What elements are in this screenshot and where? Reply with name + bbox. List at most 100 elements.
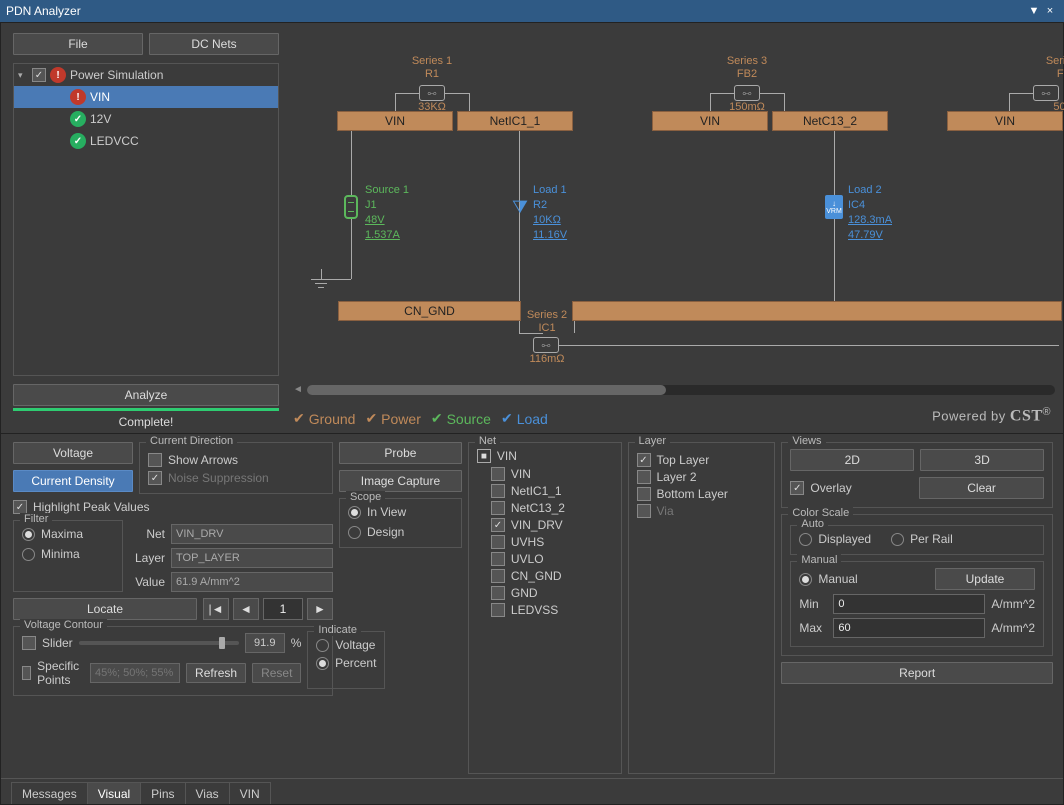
show-arrows-checkbox[interactable] — [148, 453, 162, 467]
update-button[interactable]: Update — [935, 568, 1035, 590]
net-checkbox[interactable] — [491, 501, 505, 515]
net-item[interactable]: UVLO — [477, 552, 613, 566]
tab-vin[interactable]: VIN — [229, 782, 271, 804]
value-field — [171, 572, 333, 592]
min-input[interactable] — [833, 594, 985, 614]
node-netic1[interactable]: NetIC1_1 — [457, 111, 573, 131]
node-vin-1[interactable]: VIN — [337, 111, 453, 131]
slider-checkbox[interactable] — [22, 636, 36, 650]
displayed-radio[interactable] — [799, 533, 812, 546]
next-page-button[interactable]: ► — [307, 598, 333, 620]
net-item[interactable]: VIN_DRV — [477, 518, 613, 532]
net-root-checkbox[interactable]: ■ — [477, 449, 491, 463]
overlay-checkbox[interactable] — [790, 481, 804, 495]
tree-root-power-simulation[interactable]: ▾ ! Power Simulation — [14, 64, 278, 86]
first-page-button[interactable]: |◄ — [203, 598, 229, 620]
net-checkbox[interactable] — [491, 518, 505, 532]
voltage-contour-title: Voltage Contour — [20, 619, 107, 631]
net-item[interactable]: UVHS — [477, 535, 613, 549]
file-menu-button[interactable]: File — [13, 33, 143, 55]
net-checkbox[interactable] — [491, 535, 505, 549]
horizontal-scrollbar[interactable]: ◄ — [307, 385, 1055, 395]
legend-source[interactable]: ✔Source — [431, 410, 491, 427]
net-checkbox[interactable] — [491, 586, 505, 600]
simulation-tree[interactable]: ▾ ! Power Simulation ! VIN ✓ 12V — [13, 63, 279, 376]
node-gnd-bar[interactable] — [572, 301, 1062, 321]
current-density-button[interactable]: Current Density — [13, 470, 133, 492]
scope-title: Scope — [346, 491, 385, 503]
locate-button[interactable]: Locate — [13, 598, 197, 620]
dropdown-icon[interactable]: ▼ — [1026, 5, 1042, 17]
analyze-button[interactable]: Analyze — [13, 384, 279, 406]
node-cngnd[interactable]: CN_GND — [338, 301, 521, 321]
load1-label: Load 1R2 10KΩ11.16V — [533, 183, 567, 242]
tab-pins[interactable]: Pins — [140, 782, 185, 804]
net-checkbox[interactable] — [491, 569, 505, 583]
bottom-layer-checkbox[interactable] — [637, 487, 651, 501]
highlight-peak-checkbox[interactable] — [13, 500, 27, 514]
specific-points-input[interactable] — [90, 663, 180, 683]
scroll-left-icon[interactable]: ◄ — [293, 384, 303, 395]
layer-field — [171, 548, 333, 568]
tab-messages[interactable]: Messages — [11, 782, 88, 804]
legend-power[interactable]: ✔Power — [365, 410, 420, 427]
layer2-checkbox[interactable] — [637, 470, 651, 484]
node-netc13[interactable]: NetC13_2 — [772, 111, 888, 131]
net-item[interactable]: VIN — [477, 467, 613, 481]
top-layer-checkbox[interactable] — [637, 453, 651, 467]
close-icon[interactable]: × — [1042, 5, 1058, 17]
source1-label: Source 1J1 48V1.537A — [365, 183, 409, 242]
minima-radio[interactable] — [22, 548, 35, 561]
dc-nets-menu-button[interactable]: DC Nets — [149, 33, 279, 55]
view-2d-button[interactable]: 2D — [790, 449, 914, 471]
net-item[interactable]: NetC13_2 — [477, 501, 613, 515]
report-button[interactable]: Report — [781, 662, 1053, 684]
probe-button[interactable]: Probe — [339, 442, 462, 464]
net-label: GND — [511, 586, 538, 600]
legend-load[interactable]: ✔Load — [501, 410, 548, 427]
voltage-button[interactable]: Voltage — [13, 442, 133, 464]
layer-panel-title: Layer — [635, 435, 671, 447]
tree-item-vin[interactable]: ! VIN — [14, 86, 278, 108]
tree-label: 12V — [90, 112, 111, 126]
scope-inview-radio[interactable] — [348, 506, 361, 519]
specific-points-checkbox[interactable] — [22, 666, 31, 680]
scope-design-radio[interactable] — [348, 526, 361, 539]
manual-radio[interactable] — [799, 573, 812, 586]
tree-item-ledvcc[interactable]: ✓ LEDVCC — [14, 130, 278, 152]
tab-visual[interactable]: Visual — [87, 782, 141, 804]
tree-item-12v[interactable]: ✓ 12V — [14, 108, 278, 130]
net-item[interactable]: NetIC1_1 — [477, 484, 613, 498]
page-input[interactable] — [263, 598, 303, 620]
net-checkbox[interactable] — [491, 467, 505, 481]
checkbox[interactable] — [32, 68, 46, 82]
image-capture-button[interactable]: Image Capture — [339, 470, 462, 492]
contour-slider[interactable] — [79, 641, 239, 645]
indicate-voltage-radio[interactable] — [316, 639, 329, 652]
net-checkbox[interactable] — [491, 552, 505, 566]
schematic-canvas[interactable]: Series 1R1 ⧟ 33KΩ VIN NetIC1_1 Source 1J… — [287, 23, 1063, 433]
prev-page-button[interactable]: ◄ — [233, 598, 259, 620]
node-vin-3[interactable]: VIN — [947, 111, 1063, 131]
refresh-button[interactable]: Refresh — [186, 663, 246, 683]
indicate-percent-radio[interactable] — [316, 657, 329, 670]
net-item[interactable]: CN_GND — [477, 569, 613, 583]
net-item[interactable]: LEDVSS — [477, 603, 613, 617]
net-item[interactable]: GND — [477, 586, 613, 600]
manual-title: Manual — [797, 554, 841, 566]
legend-ground[interactable]: ✔Ground — [293, 410, 355, 427]
net-label: VIN_DRV — [511, 518, 563, 532]
max-input[interactable] — [833, 618, 985, 638]
maxima-radio[interactable] — [22, 528, 35, 541]
tab-vias[interactable]: Vias — [185, 782, 230, 804]
clear-button[interactable]: Clear — [919, 477, 1044, 499]
net-label: UVLO — [511, 552, 544, 566]
view-3d-button[interactable]: 3D — [920, 449, 1044, 471]
collapse-icon[interactable]: ▾ — [18, 70, 28, 81]
net-checkbox[interactable] — [491, 484, 505, 498]
net-checkbox[interactable] — [491, 603, 505, 617]
per-rail-radio[interactable] — [891, 533, 904, 546]
scrollbar-thumb[interactable] — [307, 385, 666, 395]
node-vin-2[interactable]: VIN — [652, 111, 768, 131]
net-label: VIN — [511, 467, 531, 481]
